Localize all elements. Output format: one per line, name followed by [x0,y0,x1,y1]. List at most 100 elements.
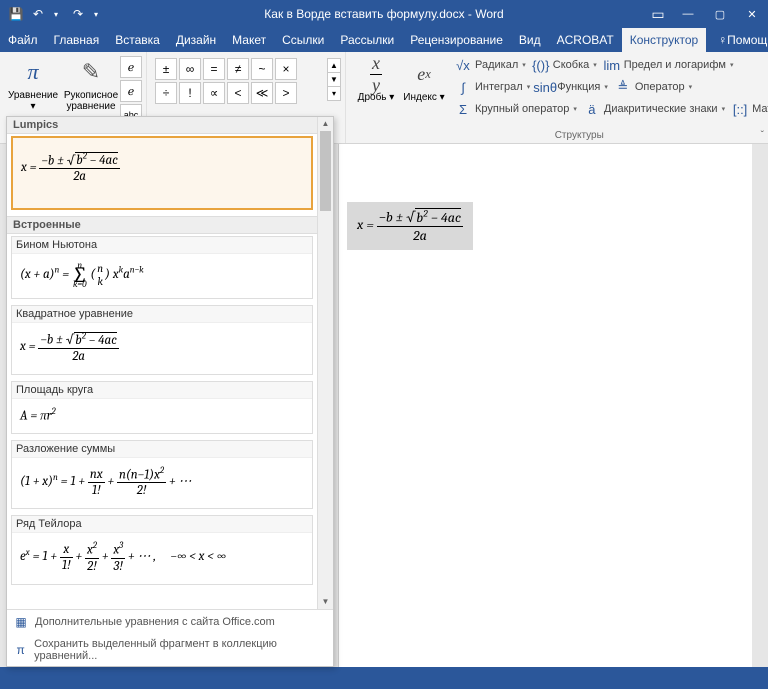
tab-insert[interactable]: Вставка [107,28,168,52]
ink-equation-button[interactable]: ✎ Рукописное уравнение [62,54,120,112]
function-icon: sinθ [536,78,554,96]
tab-home[interactable]: Главная [46,28,108,52]
function-button[interactable]: sinθФункция▾ [536,78,608,96]
tab-file[interactable]: Файл [0,28,46,52]
qat-customize-icon[interactable]: ▾ [86,4,106,24]
more-equations-link[interactable]: ▦ Дополнительные уравнения с сайта Offic… [7,610,333,634]
radical-icon: √x [454,56,472,74]
ink-label: Рукописное уравнение [62,90,120,112]
gallery-item-expand[interactable]: Разложение суммы (1 + x)n = 1 + nx1! + n… [11,440,313,509]
scroll-down-icon[interactable]: ▼ [318,595,333,609]
tab-design[interactable]: Дизайн [168,28,224,52]
ribbon-options-icon[interactable]: ▭ [644,0,672,28]
radical-button[interactable]: √xРадикал▾ [454,56,526,74]
sym-prop[interactable]: ∝ [203,82,225,104]
maximize-button[interactable]: ▢ [704,0,736,28]
minimize-button[interactable]: — [672,0,704,28]
gallery-item-circle[interactable]: Площадь круга A = πr2 [11,381,313,434]
undo-icon[interactable]: ↶ [28,4,48,24]
item-title: Разложение суммы [12,441,312,458]
linear-icon[interactable]: ℯ [120,80,142,102]
equation-in-document[interactable]: x = −b ± √b2 − 4ac2a [347,202,473,250]
sym-fact[interactable]: ! [179,82,201,104]
ribbon-collapse-icon[interactable]: ˇ [761,130,764,141]
save-selection-link[interactable]: π Сохранить выделенный фрагмент в коллек… [7,634,333,666]
equation-button[interactable]: π Уравнение▾ [4,54,62,112]
tab-mailings[interactable]: Рассылки [332,28,402,52]
tab-layout[interactable]: Макет [224,28,274,52]
bracket-icon: {()} [532,56,550,74]
sym-ll[interactable]: ≪ [251,82,273,104]
scroll-up-icon[interactable]: ▲ [318,117,333,131]
limit-button[interactable]: limПредел и логарифм▾ [603,56,734,74]
pi-icon: π [17,56,49,88]
tab-references[interactable]: Ссылки [274,28,332,52]
fraction-icon: xy [360,58,392,90]
document-page[interactable]: x = −b ± √b2 − 4ac2a [338,144,752,667]
fraction-label: Дробь [358,92,387,103]
item-title: Ряд Тейлора [12,516,312,533]
tab-view[interactable]: Вид [511,28,549,52]
tab-acrobat[interactable]: ACROBAT [549,28,622,52]
equation-preview: (1 + x)n = 1 + nx1! + n(n−1)x22! + ⋯ [12,458,312,508]
gallery-item-taylor[interactable]: Ряд Тейлора ex = 1 + x1! + x22! + x33! +… [11,515,313,584]
item-title: Квадратное уравнение [12,306,312,323]
gallery-item-quad[interactable]: Квадратное уравнение x = −b ± √b2 − 4ac2… [11,305,313,374]
bracket-button[interactable]: {()}Скобка▾ [532,56,597,74]
sym-eq[interactable]: = [203,58,225,80]
script-icon: ex [408,58,440,90]
sym-inf[interactable]: ∞ [179,58,201,80]
accent-icon: ä [583,100,601,118]
operator-icon: ≜ [614,78,632,96]
tab-review[interactable]: Рецензирование [402,28,511,52]
save-selection-label: Сохранить выделенный фрагмент в коллекци… [34,638,327,662]
fraction-button[interactable]: xy Дробь ▾ [354,56,398,118]
matrix-icon: [::] [731,100,749,118]
pi-small-icon: π [13,642,28,658]
scroll-thumb[interactable] [320,131,331,211]
group-structures-label: Структуры [350,129,768,143]
sym-lt[interactable]: < [227,82,249,104]
accent-button[interactable]: äДиакритические знаки▾ [583,100,725,118]
sym-pm[interactable]: ± [155,58,177,80]
symbol-up-icon[interactable]: ▲ [327,58,341,73]
sym-neq[interactable]: ≠ [227,58,249,80]
equation-preview: x = −b ± √b2 − 4ac2a [12,323,312,373]
pen-icon: ✎ [75,56,107,88]
tab-constructor[interactable]: Конструктор [622,28,706,52]
close-button[interactable]: ✕ [736,0,768,28]
equation-preview: ex = 1 + x1! + x22! + x33! + ⋯ , −∞ < x … [12,533,312,583]
symbol-more-icon[interactable]: ▾ [327,86,341,101]
operator-button[interactable]: ≜Оператор▾ [614,78,692,96]
largeop-icon: Σ [454,100,472,118]
script-label: Индекс [403,92,437,103]
equation-preview: x = −b ± √b2 − 4ac2a [13,138,311,208]
integral-icon: ∫ [454,78,472,96]
integral-button[interactable]: ∫Интеграл▾ [454,78,530,96]
tab-tell-me[interactable]: ♀ Помощн [710,28,768,52]
sym-div[interactable]: ÷ [155,82,177,104]
equation-preview: (x + a)n = ∑nk=0 (nk) xkan−k [12,254,312,298]
tab-tell-me-label: Помощн [727,33,768,47]
gallery-scrollbar[interactable]: ▲ ▼ [317,117,333,609]
largeop-button[interactable]: ΣКрупный оператор▾ [454,100,577,118]
gallery-item-binom[interactable]: Бином Ньютона (x + a)n = ∑nk=0 (nk) xkan… [11,236,313,299]
category-builtin: Встроенные [7,216,317,234]
redo-icon[interactable]: ↷ [68,4,88,24]
symbol-down-icon[interactable]: ▼ [327,72,341,87]
matrix-button[interactable]: [::]Матрица▾ [731,100,768,118]
group-structures: xy Дробь ▾ ex Индекс ▾ √xРадикал▾ {()}Ск… [346,52,768,143]
professional-icon[interactable]: ℯ [120,56,142,78]
more-equations-label: Дополнительные уравнения с сайта Office.… [35,616,275,628]
window-controls: ▭ — ▢ ✕ [644,0,768,28]
sym-tilde[interactable]: ~ [251,58,273,80]
gallery-footer: ▦ Дополнительные уравнения с сайта Offic… [7,609,333,666]
sym-times[interactable]: × [275,58,297,80]
undo-dropdown-icon[interactable]: ▾ [46,4,66,24]
gallery-item-lumpics-quad[interactable]: x = −b ± √b2 − 4ac2a [11,136,313,210]
sym-gt[interactable]: > [275,82,297,104]
equation-preview: A = πr2 [12,399,312,433]
script-button[interactable]: ex Индекс ▾ [402,56,446,118]
ribbon-tabs: Файл Главная Вставка Дизайн Макет Ссылки… [0,28,768,52]
save-icon[interactable]: 💾 [6,4,26,24]
